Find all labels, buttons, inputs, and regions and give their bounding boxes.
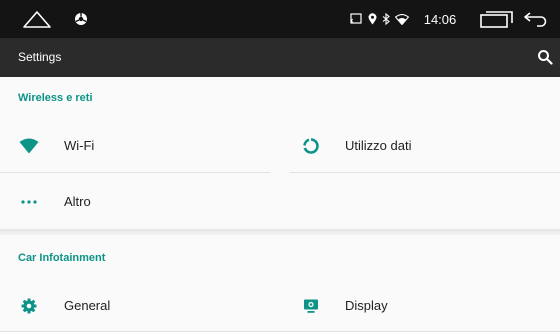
divider	[290, 172, 560, 173]
screen-cast-icon	[349, 0, 363, 38]
settings-item-label: Altro	[64, 194, 91, 209]
divider	[0, 172, 270, 173]
action-bar: Settings	[0, 38, 560, 77]
settings-item-label: Wi-Fi	[64, 138, 95, 153]
settings-item-label: Display	[345, 298, 388, 313]
section-separator	[0, 229, 560, 235]
clock-time: 14:06	[423, 11, 457, 27]
wifi-icon	[18, 120, 40, 172]
section-header-wireless: Wireless e reti	[18, 92, 93, 104]
display-icon	[300, 280, 322, 332]
wifi-icon	[395, 0, 409, 38]
location-icon	[367, 0, 377, 38]
home-outline-icon[interactable]	[20, 0, 54, 38]
more-dots-icon	[18, 176, 40, 228]
gear-icon	[18, 280, 40, 332]
settings-item-general[interactable]: General	[0, 280, 280, 332]
search-icon[interactable]	[537, 49, 553, 65]
car-wheel-icon	[70, 0, 92, 38]
back-arrow-icon[interactable]	[522, 0, 550, 38]
settings-item-wifi[interactable]: Wi-Fi	[0, 120, 280, 172]
bluetooth-icon	[381, 0, 391, 38]
section-header-car-infotainment: Car Infotainment	[18, 252, 106, 264]
settings-item-more[interactable]: Altro	[0, 176, 280, 228]
settings-item-label: Utilizzo dati	[345, 138, 412, 153]
settings-item-label: General	[64, 298, 111, 313]
data-usage-icon	[300, 120, 322, 172]
recent-apps-icon[interactable]	[476, 0, 520, 38]
settings-item-data-usage[interactable]: Utilizzo dati	[290, 120, 560, 172]
settings-list: Wireless e reti Wi-Fi Utilizzo dati Altr…	[0, 77, 560, 332]
settings-item-display[interactable]: Display	[290, 280, 560, 332]
page-title: Settings	[18, 50, 62, 64]
status-bar: 14:06	[0, 0, 560, 38]
